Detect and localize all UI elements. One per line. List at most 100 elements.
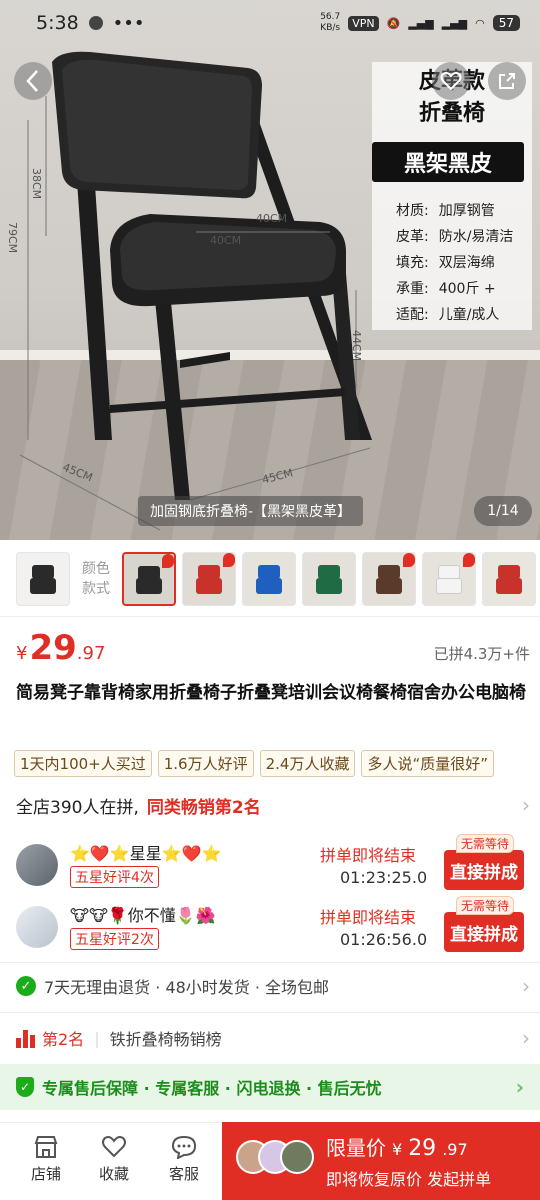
thumb-chair-back — [438, 565, 460, 579]
group-ending-label: 拼单即将结束 — [320, 846, 417, 865]
thumb-chair-back — [378, 565, 400, 579]
thumb-chair-seat — [376, 578, 402, 594]
favorite-button[interactable] — [432, 62, 470, 100]
tag-item: 多人说“质量很好” — [361, 750, 495, 777]
notification-icon — [88, 16, 103, 30]
spec-badge: 黑架黑皮 — [372, 142, 524, 182]
ranking-bars-icon — [16, 1028, 36, 1048]
ranking-position: 第2名 — [42, 1030, 85, 1049]
group-buy-item: 🐮🐮🌹你不懂🌷🌺 五星好评2次 拼单即将结束 01:26:56.0 直接拼成 无… — [16, 896, 530, 958]
join-group-button[interactable]: 直接拼成 — [444, 850, 524, 890]
hot-badge-icon — [162, 554, 174, 568]
variant-thumb[interactable] — [16, 552, 70, 606]
group-user-name: ⭐❤️⭐星星⭐❤️⭐ — [70, 844, 222, 863]
start-group-buy-button[interactable]: 限量价 ¥29 .97 即将恢复原价 发起拼单 — [222, 1122, 540, 1200]
ranking-row[interactable]: 第2名 | 铁折叠椅畅销榜 › — [16, 1020, 530, 1056]
signal-icon: ▂▄▆ — [408, 16, 434, 30]
start-group-label: 即将恢复原价 发起拼单 — [326, 1170, 492, 1189]
avatar — [280, 1140, 314, 1174]
thumb-chair-back — [32, 565, 54, 579]
mute-icon: 🔕 — [386, 16, 401, 30]
product-image-carousel[interactable]: 38CM 79CM 40CM 40CM 44CM 45CM 45CM 皮革款 折… — [0, 0, 540, 540]
divider — [0, 962, 540, 963]
wifi-icon: ◠ — [475, 16, 485, 30]
review-badge: 五星好评2次 — [70, 928, 159, 950]
chat-bubble-icon — [171, 1135, 197, 1159]
thumb-chair-seat — [30, 578, 56, 594]
hot-badge-icon — [223, 553, 235, 567]
service-row[interactable]: ✓ 7天无理由退货 · 48小时发货 · 全场包邮 › — [16, 968, 530, 1004]
spec-row: 材质: 加厚钢管 — [396, 203, 495, 219]
signal-icon-2: ▂▄▆ — [441, 16, 468, 30]
spec-row: 适配: 儿童/成人 — [396, 307, 500, 323]
chevron-right-icon: › — [522, 974, 530, 998]
thumb-chair-back — [198, 565, 220, 579]
image-counter: 1/14 — [474, 496, 532, 526]
group-buy-item: ⭐❤️⭐星星⭐❤️⭐ 五星好评4次 拼单即将结束 01:23:25.0 直接拼成… — [16, 834, 530, 896]
heart-icon — [102, 1136, 126, 1158]
thumb-chair-seat — [196, 578, 222, 594]
status-time: 5:38 — [36, 12, 79, 34]
back-button[interactable] — [14, 62, 52, 100]
tag-list: 1天内100+人买过 1.6万人好评 2.4万人收藏 多人说“质量很好” — [14, 750, 540, 777]
more-dots-icon: ••• — [112, 12, 145, 34]
store-rank-highlight: 同类畅销第2名 — [146, 797, 261, 818]
favorite-bottom-button[interactable]: 收藏 — [84, 1135, 144, 1184]
dim-seat-width-1: 40CM — [256, 212, 288, 225]
variant-label: 颜色 款式 — [82, 561, 110, 597]
price-integer: 29 — [29, 628, 77, 668]
spec-row: 承重: 400斤 + — [396, 281, 496, 297]
thumb-chair-back — [258, 565, 280, 579]
limit-price-label: 限量价 — [326, 1136, 386, 1160]
tag-item: 2.4万人收藏 — [259, 750, 356, 777]
shop-label: 店铺 — [30, 1165, 61, 1183]
group-timer: 01:26:56.0 — [340, 930, 428, 949]
thumb-chair-seat — [256, 578, 282, 594]
service-label: 客服 — [168, 1165, 199, 1183]
spec-title-line2: 折叠椅 — [418, 101, 485, 126]
share-button[interactable] — [488, 62, 526, 100]
variant-thumb[interactable] — [302, 552, 356, 606]
spec-row: 填充: 双层海绵 — [396, 255, 495, 271]
variant-thumb[interactable] — [182, 552, 236, 606]
chevron-right-icon: › — [522, 1026, 530, 1050]
price-row: ¥ 29 .97 已拼4.3万+件 — [16, 628, 530, 674]
hot-badge-icon — [463, 553, 475, 567]
spec-row: 皮革: 防水/易清洁 — [396, 229, 514, 245]
separator: | — [94, 1028, 100, 1048]
service-text: 7天无理由退货 · 48小时发货 · 全场包邮 — [44, 978, 330, 997]
thumb-chair-seat — [436, 578, 462, 594]
chevron-right-icon: › — [515, 1075, 524, 1099]
tag-item: 1.6万人好评 — [157, 750, 254, 777]
after-sale-text: 专属售后保障 · 专属客服 · 闪电退换 · 售后无忧 — [42, 1079, 382, 1098]
variant-thumb[interactable] — [362, 552, 416, 606]
shield-check-icon: ✓ — [16, 1077, 34, 1097]
variant-thumb[interactable] — [242, 552, 296, 606]
customer-service-button[interactable]: 客服 — [154, 1135, 214, 1184]
after-sale-bar[interactable]: ✓ 专属售后保障 · 专属客服 · 闪电退换 · 售后无忧 › — [0, 1064, 540, 1110]
limit-price-decimal: .97 — [442, 1140, 468, 1159]
status-bar: 5:38 ••• 56.7 KB/s VPN 🔕 ▂▄▆ ▂▄▆ ◠ 57 — [0, 0, 540, 46]
thumb-chair-seat — [136, 578, 162, 594]
variant-thumb[interactable] — [422, 552, 476, 606]
review-badge: 五星好评4次 — [70, 866, 159, 888]
hot-badge-icon — [403, 553, 415, 567]
store-group-row[interactable]: 全店390人在拼, 同类畅销第2名 › — [16, 790, 530, 820]
network-speed: 56.7 KB/s — [320, 12, 341, 33]
image-caption: 加固钢底折叠椅-【黑架黑皮革】 — [138, 496, 364, 526]
avatar — [16, 844, 58, 886]
join-group-button[interactable]: 直接拼成 — [444, 912, 524, 952]
divider — [0, 616, 540, 617]
product-title: 简易凳子靠背椅家用折叠椅子折叠凳培训会议椅餐椅宿舍办公电脑椅 — [16, 683, 526, 703]
vpn-badge: VPN — [348, 15, 379, 31]
no-wait-badge: 无需等待 — [456, 834, 515, 853]
thumb-chair-seat — [496, 578, 522, 594]
no-wait-badge: 无需等待 — [456, 896, 515, 915]
dim-total-height: 79CM — [6, 222, 19, 254]
variant-thumb[interactable] — [482, 552, 536, 606]
price-currency: ¥ — [16, 643, 28, 664]
variant-thumb-selected[interactable] — [122, 552, 176, 606]
chevron-left-icon — [26, 70, 38, 92]
shop-button[interactable]: 店铺 — [16, 1135, 76, 1184]
group-timer: 01:23:25.0 — [340, 868, 428, 887]
